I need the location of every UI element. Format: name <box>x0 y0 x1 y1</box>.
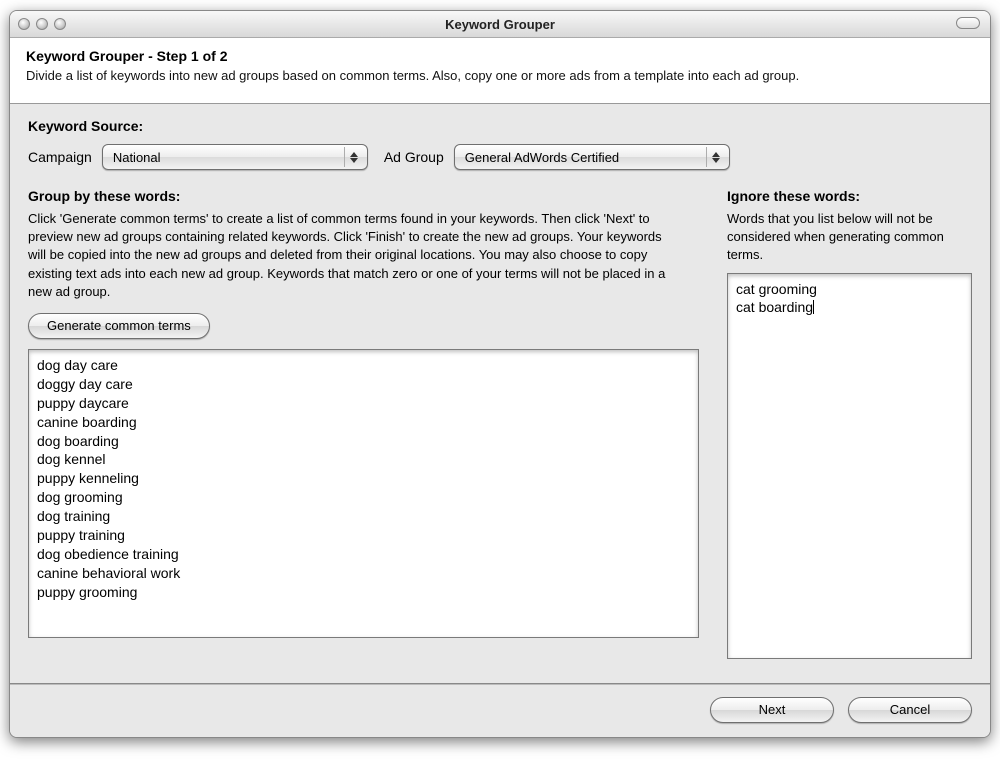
step-title: Keyword Grouper - Step 1 of 2 <box>26 48 974 64</box>
wizard-header: Keyword Grouper - Step 1 of 2 Divide a l… <box>10 38 990 104</box>
adgroup-label: Ad Group <box>384 149 444 165</box>
columns: Group by these words: Click 'Generate co… <box>28 188 972 659</box>
next-button[interactable]: Next <box>710 697 834 723</box>
campaign-label: Campaign <box>28 149 92 165</box>
group-by-description: Click 'Generate common terms' to create … <box>28 210 678 301</box>
group-by-title: Group by these words: <box>28 188 699 204</box>
window-controls <box>18 18 66 30</box>
minimize-icon[interactable] <box>36 18 48 30</box>
stepper-arrows-icon <box>706 147 725 167</box>
ignore-description: Words that you list below will not be co… <box>727 210 972 265</box>
keyword-source-label: Keyword Source: <box>28 118 972 134</box>
group-by-column: Group by these words: Click 'Generate co… <box>28 188 699 659</box>
keyword-source-row: Campaign National Ad Group General AdWor… <box>28 144 972 170</box>
generate-common-terms-button[interactable]: Generate common terms <box>28 313 210 339</box>
ignore-terms-input[interactable]: cat grooming cat boarding <box>727 273 972 659</box>
cancel-button[interactable]: Cancel <box>848 697 972 723</box>
ignore-column: Ignore these words: Words that you list … <box>727 188 972 659</box>
adgroup-select[interactable]: General AdWords Certified <box>454 144 730 170</box>
window-title: Keyword Grouper <box>10 17 990 32</box>
keyword-grouper-window: Keyword Grouper Keyword Grouper - Step 1… <box>9 10 991 738</box>
step-description: Divide a list of keywords into new ad gr… <box>26 68 974 83</box>
adgroup-select-value: General AdWords Certified <box>465 150 619 165</box>
ignore-terms-text: cat grooming cat boarding <box>736 281 817 316</box>
group-by-terms-input[interactable]: dog day care doggy day care puppy daycar… <box>28 349 699 638</box>
close-icon[interactable] <box>18 18 30 30</box>
wizard-body: Keyword Source: Campaign National Ad Gro… <box>10 104 990 669</box>
text-caret-icon <box>813 299 814 315</box>
titlebar: Keyword Grouper <box>10 11 990 38</box>
campaign-select[interactable]: National <box>102 144 368 170</box>
wizard-footer: Next Cancel <box>10 685 990 737</box>
zoom-icon[interactable] <box>54 18 66 30</box>
campaign-select-value: National <box>113 150 161 165</box>
stepper-arrows-icon <box>344 147 363 167</box>
ignore-title: Ignore these words: <box>727 188 972 204</box>
toolbar-toggle-icon[interactable] <box>956 17 980 29</box>
